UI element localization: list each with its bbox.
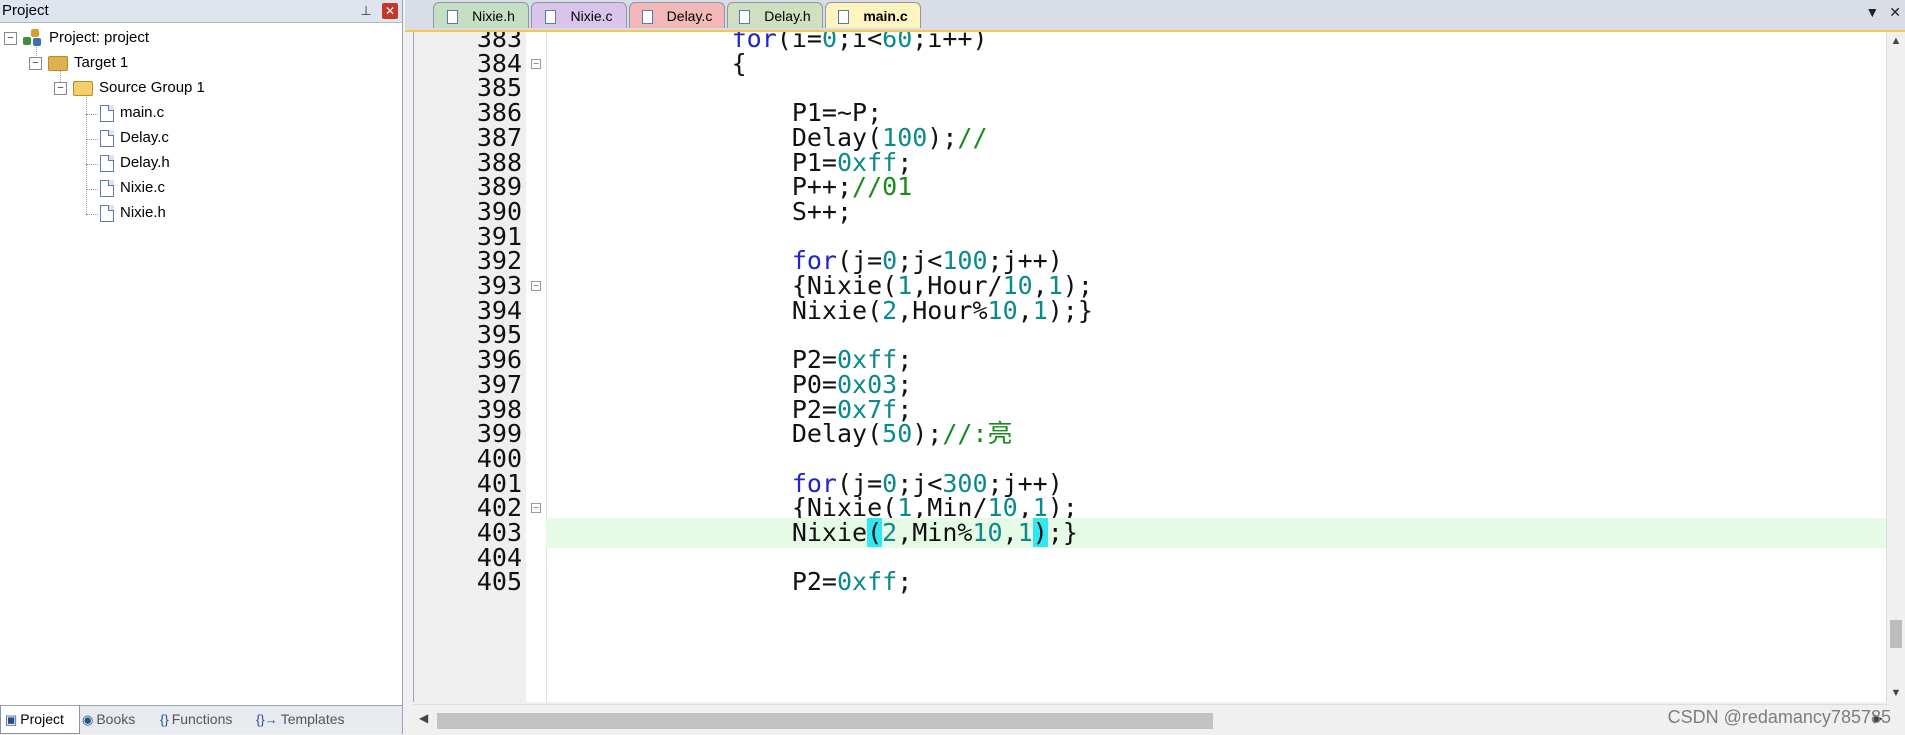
tab-books-label: Books	[96, 711, 136, 727]
tab-close-icon[interactable]: ✕	[1889, 4, 1901, 20]
tree-file[interactable]: main.c	[100, 101, 164, 125]
tree-item-target-label: Target 1	[74, 54, 129, 71]
tab-templates[interactable]: {}→ Templates	[256, 706, 356, 733]
tree-item-target[interactable]: − Target 1	[29, 51, 128, 75]
functions-icon: {}	[160, 712, 169, 727]
scroll-down-icon[interactable]: ▼	[1887, 684, 1905, 702]
editor-tab[interactable]: Delay.c	[629, 2, 725, 28]
tree-item-group-label: Source Group 1	[99, 79, 205, 96]
tab-controls: ▼ ✕	[1855, 4, 1901, 21]
tab-functions[interactable]: {} Functions	[160, 706, 250, 733]
file-icon	[100, 204, 114, 222]
tree-line	[86, 214, 98, 215]
project-icon: ▣	[5, 712, 18, 727]
tree-item-group[interactable]: − Source Group 1	[54, 76, 205, 100]
file-icon	[838, 10, 850, 25]
tree-file[interactable]: Nixie.c	[100, 176, 165, 200]
editor-tab[interactable]: Delay.h	[727, 2, 823, 28]
tree-file-label: Nixie.h	[120, 204, 166, 221]
project-panel-title: Project ⊥ ✕	[0, 0, 402, 23]
tree-file-label: Delay.c	[120, 129, 169, 146]
editor-tab-label: main.c	[863, 8, 908, 24]
horizontal-scroll-thumb[interactable]	[437, 713, 1213, 729]
editor-tab-label: Nixie.h	[472, 8, 515, 24]
tab-templates-label: Templates	[280, 711, 345, 727]
tab-list-icon[interactable]: ▼	[1865, 4, 1879, 20]
file-icon	[100, 154, 114, 172]
tree-item-project-label: Project: project	[49, 29, 150, 46]
collapse-icon[interactable]: −	[4, 31, 17, 45]
tree-file[interactable]: Delay.h	[100, 151, 170, 175]
tab-project[interactable]: ▣ Project	[0, 706, 80, 734]
tree-line	[86, 94, 87, 214]
editor-tab-label: Nixie.c	[570, 8, 613, 24]
vertical-scrollbar[interactable]: ▲ ▼	[1886, 32, 1905, 702]
project-icon	[23, 29, 43, 47]
tree-file[interactable]: Nixie.h	[100, 201, 166, 225]
line-number: 405	[476, 567, 522, 597]
editor-tab-active[interactable]: main.c	[825, 2, 921, 28]
file-icon	[100, 179, 114, 197]
file-icon	[100, 104, 114, 122]
tree-item-project[interactable]: − Project: project	[4, 26, 149, 50]
scroll-left-icon[interactable]: ◀	[419, 711, 428, 725]
editor-tab-label: Delay.h	[764, 8, 811, 24]
file-icon	[739, 10, 751, 25]
pin-icon[interactable]: ⊥	[356, 0, 376, 22]
tree-file[interactable]: Delay.c	[100, 126, 169, 150]
code-text: P2=0xff;	[551, 567, 913, 597]
horizontal-scrollbar[interactable]: ◀ ▶	[413, 704, 1887, 735]
books-icon: ◉	[82, 712, 94, 727]
file-icon	[447, 10, 459, 25]
code-line[interactable]: 405 P2=0xff;	[414, 567, 1894, 597]
target-folder-icon	[48, 55, 68, 71]
tab-project-label: Project	[20, 711, 64, 727]
panel-bottom-tabs: ▣ Project ◉ Books {} Functions {}→ Templates	[0, 705, 402, 734]
tree-line	[86, 189, 98, 190]
editor-tab-strip: Nixie.h Nixie.c Delay.c Delay.h main.c ▼…	[405, 0, 1905, 32]
project-panel: Project ⊥ ✕ − Project: project − Target 1 …	[0, 0, 403, 734]
vertical-scroll-thumb[interactable]	[1890, 620, 1902, 648]
editor-tab[interactable]: Nixie.c	[531, 2, 627, 28]
tree-line	[86, 139, 98, 140]
code-editor[interactable]: 383 for(i=0;i<60;i++) 384− {385 386 P1=~P;…	[413, 32, 1905, 702]
file-icon	[641, 10, 653, 25]
fold-toggle-icon[interactable]: −	[531, 58, 541, 69]
watermark: CSDN @redamancy785785	[1667, 707, 1891, 727]
tab-books[interactable]: ◉ Books	[82, 706, 160, 733]
scroll-up-icon[interactable]: ▲	[1887, 32, 1905, 50]
tree-file-label: Delay.h	[120, 154, 170, 171]
collapse-icon[interactable]: −	[29, 56, 42, 70]
folder-icon	[73, 80, 93, 96]
close-icon[interactable]: ✕	[382, 3, 398, 19]
fold-toggle-icon[interactable]: −	[531, 503, 541, 514]
collapse-icon[interactable]: −	[54, 81, 67, 95]
templates-icon: {}→	[256, 712, 278, 727]
file-icon	[545, 10, 557, 25]
tree-file-label: main.c	[120, 104, 165, 121]
tree-file-label: Nixie.c	[120, 179, 166, 196]
project-panel-title-text: Project	[2, 2, 49, 19]
tree-line	[86, 164, 98, 165]
fold-toggle-icon[interactable]: −	[531, 281, 541, 292]
editor-tab-label: Delay.c	[666, 8, 713, 24]
editor-tab[interactable]: Nixie.h	[433, 2, 529, 28]
tree-line	[86, 114, 98, 115]
tab-functions-label: Functions	[171, 711, 233, 727]
file-icon	[100, 129, 114, 147]
